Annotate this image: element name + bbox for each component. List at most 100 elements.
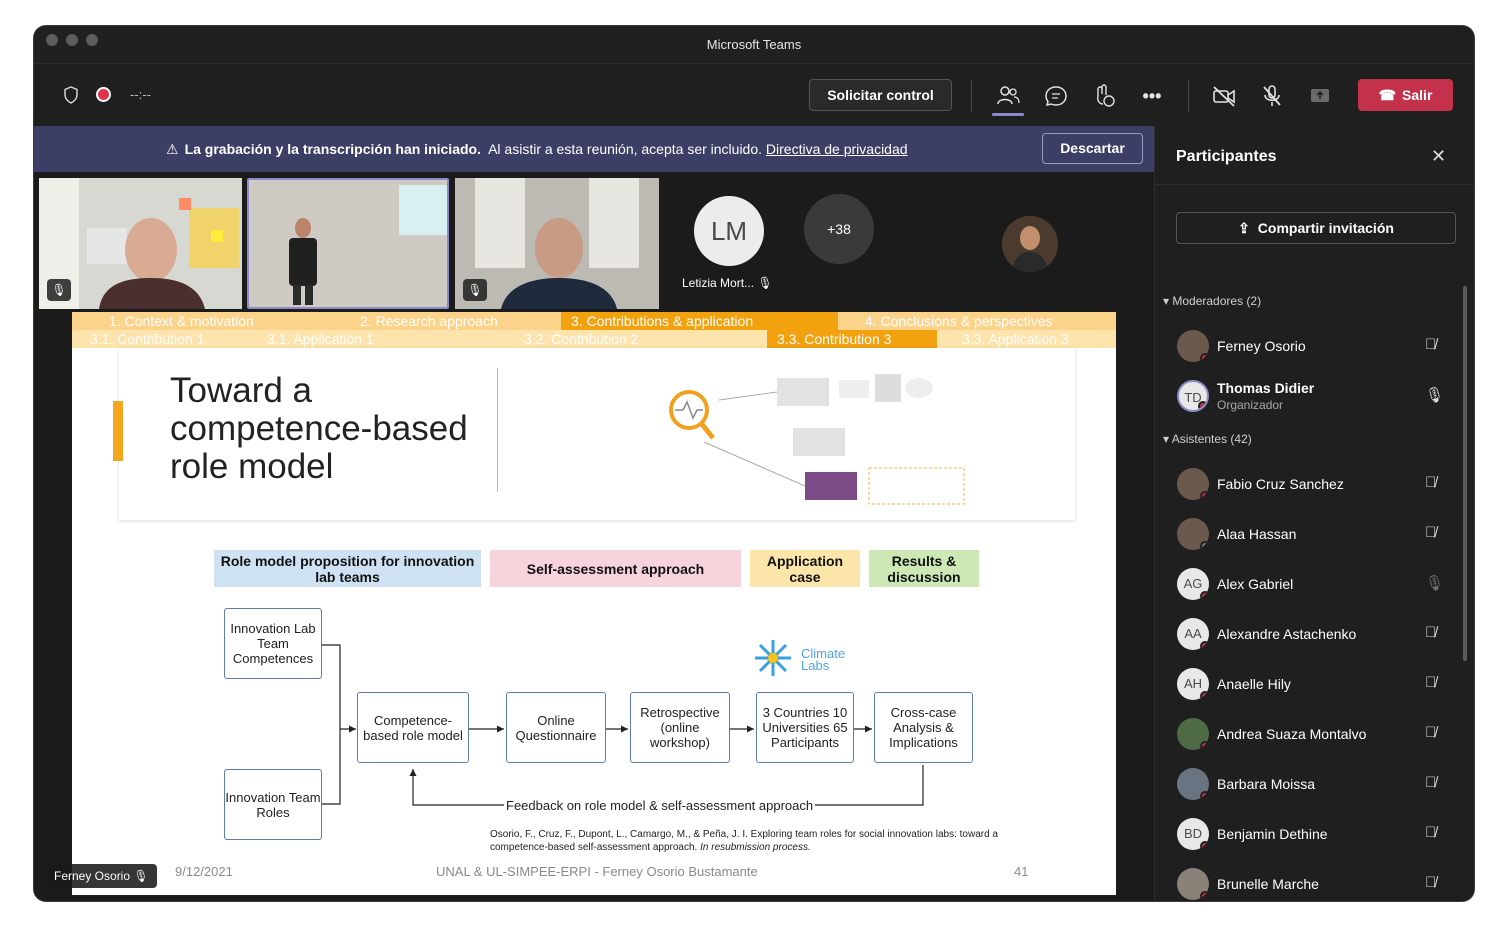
- mic-off-icon: 🎙̸: [1425, 824, 1437, 841]
- panel-title: Participantes: [1176, 148, 1277, 165]
- chevron-down-icon: ▾: [1163, 294, 1173, 308]
- flow-box: Innovation Lab Team Competences: [224, 608, 322, 679]
- participant-role: Organizador: [1217, 398, 1284, 412]
- avatar[interactable]: [1002, 216, 1058, 272]
- participant-row[interactable]: TD Thomas Didier Organizador 🎙: [1177, 376, 1457, 416]
- status-badge: [1200, 591, 1209, 600]
- participant-row[interactable]: Barbara Moissa 🎙̸: [1177, 764, 1457, 804]
- divider: [1155, 184, 1474, 185]
- slide-number: 41: [1014, 864, 1029, 879]
- chevron-down-icon: ▾: [1163, 432, 1172, 446]
- flow-box: Cross-case Analysis & Implications: [874, 692, 973, 763]
- participant-name: Brunelle Marche: [1217, 876, 1319, 892]
- mic-icon: 🎙: [757, 276, 773, 290]
- recording-indicator-icon: [96, 87, 111, 102]
- participant-row[interactable]: Alaa Hassan 🎙̸: [1177, 514, 1457, 554]
- participant-video: [249, 180, 447, 307]
- participant-row[interactable]: Brunelle Marche 🎙̸: [1177, 864, 1457, 901]
- participants-icon[interactable]: [994, 82, 1022, 110]
- mic-off-icon[interactable]: [1258, 82, 1286, 110]
- participant-name: Thomas Didier: [1217, 380, 1315, 396]
- video-tile[interactable]: 🎙: [455, 178, 659, 309]
- shared-presentation[interactable]: 1. Context & motivation 2. Research appr…: [72, 312, 1116, 895]
- avatar: AH: [1177, 668, 1209, 700]
- video-tile-active[interactable]: [247, 178, 449, 309]
- panel-scrollbar[interactable]: [1463, 286, 1467, 661]
- slide-date: 9/12/2021: [175, 864, 233, 879]
- participant-name: Barbara Moissa: [1217, 776, 1316, 792]
- participant-row[interactable]: BD Benjamin Dethine 🎙̸: [1177, 814, 1457, 854]
- participant-name: Alexandre Astachenko: [1217, 626, 1357, 642]
- flow-box: Competence-based role model: [357, 692, 469, 763]
- participant-name: Andrea Suaza Montalvo: [1217, 726, 1367, 742]
- participants-active-indicator: [992, 113, 1024, 116]
- mic-off-icon: 🎙̸: [1425, 336, 1437, 353]
- title-bar: Microsoft Teams: [34, 26, 1474, 64]
- mic-icon: 🎙: [1425, 387, 1445, 404]
- mic-off-icon: 🎙̸: [1425, 774, 1437, 791]
- toolbar-divider: [1188, 80, 1189, 112]
- avatar: [1177, 330, 1209, 362]
- presenter-name: Ferney Osorio: [54, 869, 131, 883]
- close-icon[interactable]: ✕: [1431, 146, 1446, 167]
- participant-name: Fabio Cruz Sanchez: [1217, 476, 1344, 492]
- video-tile[interactable]: 🎙: [39, 178, 242, 309]
- status-badge: [1200, 491, 1209, 500]
- reactions-icon[interactable]: [1090, 82, 1118, 110]
- share-invite-button[interactable]: ⇪ Compartir invitación: [1176, 212, 1456, 244]
- status-badge: [1200, 891, 1209, 900]
- flow-box: Retrospective (online workshop): [630, 692, 730, 763]
- request-control-button[interactable]: Solicitar control: [809, 79, 952, 111]
- moderators-section-header[interactable]: ▾ Moderadores (2): [1163, 294, 1261, 308]
- participant-name-tag: Letizia Mort... 🎙: [682, 276, 773, 290]
- status-badge: [1200, 641, 1209, 650]
- mic-off-icon: 🎙̸: [1425, 874, 1437, 891]
- privacy-policy-link[interactable]: Directiva de privacidad: [766, 141, 908, 157]
- slide-footer-text: UNAL & UL-SIMPEE-ERPI - Ferney Osorio Bu…: [436, 864, 758, 879]
- avatar-initials: AH: [1183, 676, 1203, 691]
- participant-row[interactable]: Andrea Suaza Montalvo 🎙̸: [1177, 714, 1457, 754]
- chat-icon[interactable]: [1042, 82, 1070, 110]
- meeting-timer: --:--: [130, 87, 151, 102]
- phone-hangup-icon: ☎: [1378, 87, 1397, 103]
- attendees-section-header[interactable]: ▾ Asistentes (42): [1163, 432, 1252, 446]
- avatar-initials: AA: [1184, 626, 1202, 641]
- mic-off-icon: 🎙̸: [1425, 524, 1437, 541]
- flow-box: 3 Countries 10 Universities 65 Participa…: [756, 692, 854, 763]
- section-label: Asistentes (42): [1171, 432, 1252, 446]
- reference-citation: Osorio, F., Cruz, F., Dupont, L., Camarg…: [490, 828, 1010, 854]
- avatar[interactable]: LM: [694, 196, 764, 266]
- share-invite-label: Compartir invitación: [1257, 220, 1394, 236]
- toolbar-divider: [971, 80, 972, 112]
- reference-status: In resubmission process.: [700, 842, 811, 853]
- participant-row[interactable]: AH Anaelle Hily 🎙̸: [1177, 664, 1457, 704]
- participant-photo: [1002, 216, 1058, 272]
- participant-name: Benjamin Dethine: [1217, 826, 1328, 842]
- participant-name: Ferney Osorio: [1217, 338, 1306, 354]
- mic-icon: 🎙: [1425, 575, 1445, 592]
- section-label: Moderadores (2): [1172, 294, 1262, 308]
- status-badge: [1200, 541, 1209, 550]
- leave-button[interactable]: ☎ Salir: [1358, 79, 1453, 111]
- status-badge: [1200, 741, 1209, 750]
- muted-mic-icon: 🎙: [133, 869, 149, 883]
- leave-label: Salir: [1402, 87, 1433, 103]
- avatar: [1177, 518, 1209, 550]
- more-participants-button[interactable]: +38: [804, 194, 874, 264]
- shield-icon[interactable]: [63, 86, 79, 104]
- participant-name: Alaa Hassan: [1217, 526, 1297, 542]
- participant-row[interactable]: AG Alex Gabriel 🎙: [1177, 564, 1457, 604]
- more-options-icon[interactable]: •••: [1138, 82, 1166, 110]
- participant-row[interactable]: AA Alexandre Astachenko 🎙̸: [1177, 614, 1457, 654]
- participant-name: Anaelle Hily: [1217, 676, 1291, 692]
- participant-row[interactable]: Fabio Cruz Sanchez 🎙̸: [1177, 464, 1457, 504]
- mic-off-icon: 🎙̸: [1425, 474, 1437, 491]
- dismiss-button[interactable]: Descartar: [1042, 133, 1143, 164]
- participant-name: Letizia Mort...: [682, 276, 755, 290]
- camera-off-icon[interactable]: [1210, 82, 1238, 110]
- status-badge: [1200, 691, 1209, 700]
- share-screen-icon[interactable]: [1306, 82, 1334, 110]
- presenter-name-tag: Ferney Osorio 🎙: [46, 864, 157, 888]
- participant-row[interactable]: Ferney Osorio 🎙̸: [1177, 326, 1457, 366]
- feedback-label: Feedback on role model & self-assessment…: [504, 798, 816, 813]
